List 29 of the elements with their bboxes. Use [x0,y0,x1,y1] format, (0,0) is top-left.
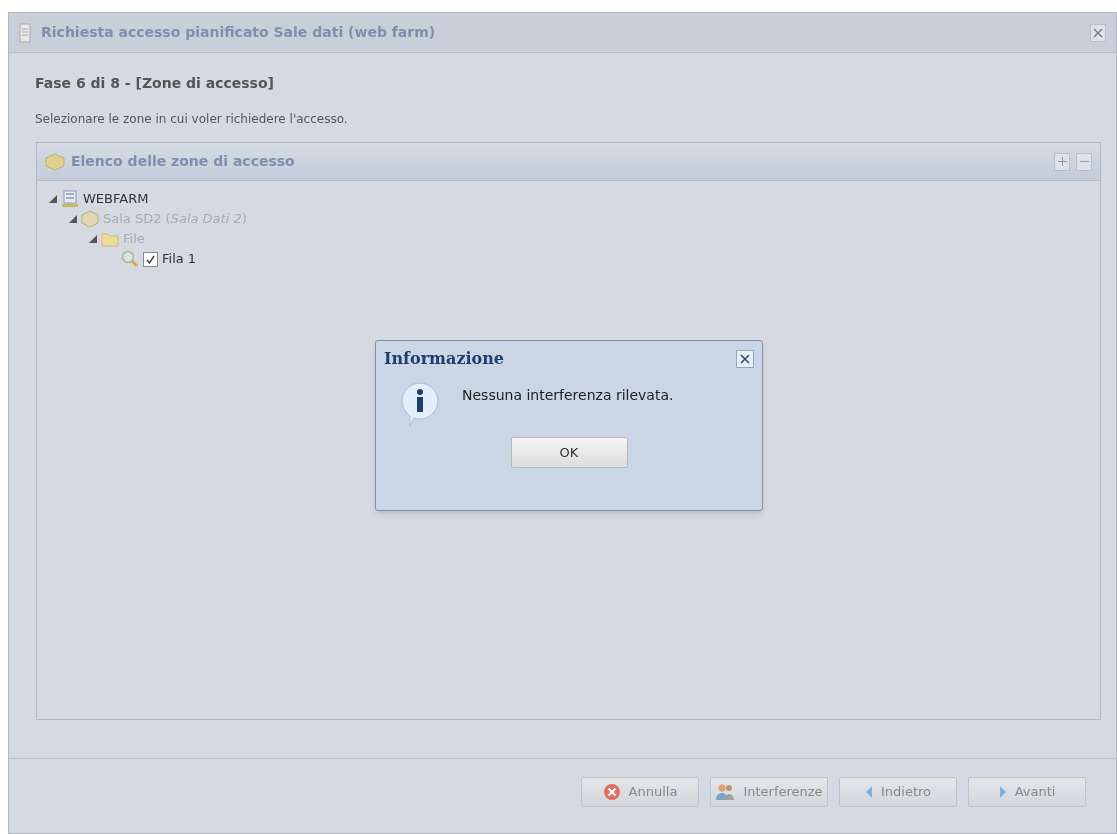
cancel-icon [602,783,621,801]
left-arrow-icon [864,785,873,799]
magnifier-icon [121,250,139,268]
right-arrow-icon [998,785,1007,799]
plus-icon [1057,157,1067,166]
close-button[interactable] [736,350,754,368]
footer-button[interactable]: Avanti [968,777,1086,807]
dialog-title: Informazione [384,348,505,370]
people-icon [715,783,736,801]
document-icon [19,22,31,43]
info-icon [400,381,440,427]
footer-button[interactable]: Indietro [839,777,957,807]
ok-button[interactable]: OK [510,437,628,468]
footer-button[interactable]: Interferenze [710,777,828,807]
expander-icon[interactable] [49,195,57,203]
close-button[interactable] [1090,23,1106,42]
dialog-message: Nessuna interferenza rilevata. [462,386,674,405]
folder-icon [101,231,119,247]
server-icon [61,190,79,208]
box-icon [81,210,99,228]
footer-button[interactable]: Annulla [581,777,699,807]
instruction-text: Selezionare le zone in cui voler richiedere l'accesso. [35,111,349,128]
close-icon [1093,27,1103,38]
step-title: Fase 6 di 8 - [Zone di accesso] [35,74,275,93]
close-icon [740,354,750,364]
tree-item-label[interactable]: WEBFARM [83,189,149,209]
panel-title: Elenco delle zone di accesso [71,152,295,171]
window-title: Richiesta accesso pianificato Sale dati (web farm) [41,23,436,42]
box-icon [45,151,65,172]
